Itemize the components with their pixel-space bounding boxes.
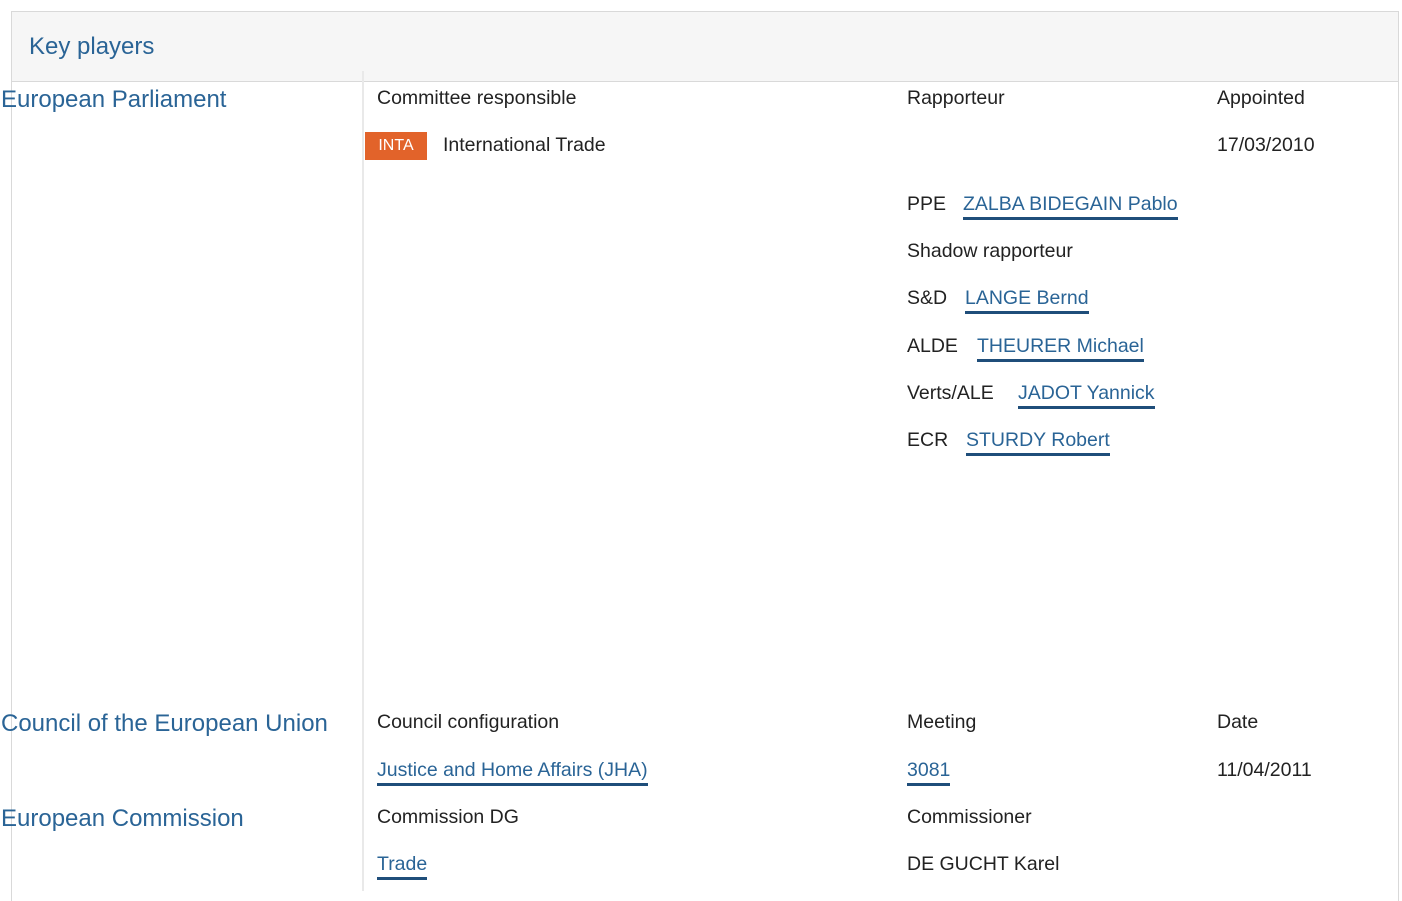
rapporteur-group: PPE: [907, 193, 947, 215]
committee-responsible-header: Committee responsible: [377, 87, 577, 109]
commissioner-header: Commissioner: [907, 806, 1032, 828]
meeting-header: Meeting: [907, 711, 977, 733]
shadow-group: Verts/ALE: [907, 382, 994, 404]
rapporteur-header: Rapporteur: [907, 87, 1005, 109]
appointed-date: 17/03/2010: [1217, 134, 1315, 156]
key-players-panel: Key players: [11, 11, 1399, 901]
council-configuration-link[interactable]: Justice and Home Affairs (JHA): [377, 759, 648, 786]
shadow-group: ECR: [907, 429, 949, 451]
date-header: Date: [1217, 711, 1259, 733]
council-configuration-header: Council configuration: [377, 711, 560, 733]
commissioner-name: DE GUCHT Karel: [907, 853, 1060, 875]
meeting-link[interactable]: 3081: [907, 759, 951, 786]
column-divider: [362, 71, 364, 891]
commission-dg-header: Commission DG: [377, 806, 519, 828]
shadow-rapporteur-link[interactable]: JADOT Yannick: [1018, 382, 1155, 409]
rapporteur-link[interactable]: ZALBA BIDEGAIN Pablo: [963, 193, 1178, 220]
panel-header: Key players: [12, 12, 1398, 82]
shadow-rapporteur-link[interactable]: LANGE Bernd: [965, 287, 1089, 314]
appointed-header: Appointed: [1217, 87, 1305, 109]
commission-dg-link[interactable]: Trade: [377, 853, 428, 880]
commission-label: European Commission: [1, 805, 244, 832]
shadow-rapporteur-heading: Shadow rapporteur: [907, 240, 1073, 262]
shadow-rapporteur-link[interactable]: STURDY Robert: [966, 429, 1110, 456]
council-date: 11/04/2011: [1217, 759, 1312, 781]
shadow-group: S&D: [907, 287, 948, 309]
council-label: Council of the European Union: [1, 710, 328, 737]
shadow-group: ALDE: [907, 335, 958, 357]
committee-code-badge: INTA: [365, 132, 427, 160]
shadow-rapporteur-link[interactable]: THEURER Michael: [977, 335, 1144, 362]
panel-title: Key players: [29, 33, 155, 60]
european-parliament-label: European Parliament: [1, 86, 227, 113]
committee-name: International Trade: [443, 134, 606, 156]
